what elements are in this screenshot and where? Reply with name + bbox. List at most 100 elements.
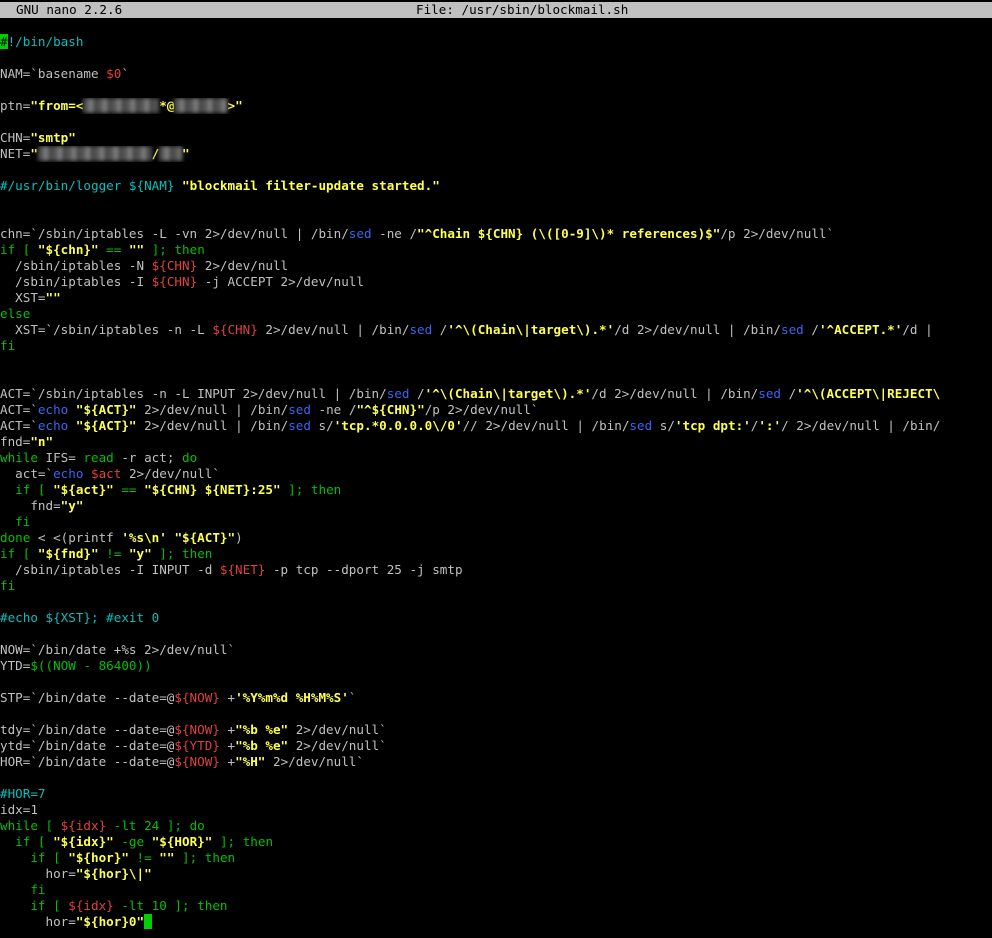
code-line[interactable]: fnd="y": [0, 498, 992, 514]
code-token: hor=: [0, 866, 76, 881]
code-line[interactable]: [0, 626, 992, 642]
code-line[interactable]: hor="${hor}\|": [0, 866, 992, 882]
code-line[interactable]: NET="xxxxxxxxxxxxxxx/xxx": [0, 146, 992, 162]
code-line[interactable]: chn=`/sbin/iptables -L -vn 2 >/dev/null |…: [0, 226, 992, 242]
code-token: '^\(Chain\|target\).*': [447, 322, 615, 337]
code-line[interactable]: [0, 370, 992, 386]
code-line[interactable]: [0, 210, 992, 226]
code-line[interactable]: XST=`/sbin/iptables -n -L ${CHN} 2>/dev/…: [0, 322, 992, 338]
code-token: '%Y%m%d %H%M%S': [235, 690, 349, 705]
code-token: 2>/dev/null: [197, 258, 289, 273]
code-line[interactable]: [0, 770, 992, 786]
code-line[interactable]: if [ ${idx} -lt 10 ]; then: [0, 898, 992, 914]
code-line[interactable]: #!/bin/bash: [0, 34, 992, 50]
code-line[interactable]: NAM=`basename $0`: [0, 66, 992, 82]
code-token: fnd=: [0, 498, 61, 513]
code-token: #echo ${XST}; #exit 0: [0, 610, 160, 625]
code-line[interactable]: ACT=`echo "${ACT}" 2>/dev/null | /bin/se…: [0, 402, 992, 418]
code-line[interactable]: CHN="smtp": [0, 130, 992, 146]
code-token: "${act}": [53, 482, 114, 497]
code-line[interactable]: fi: [0, 578, 992, 594]
code-token: while: [0, 450, 38, 465]
code-line[interactable]: ACT=`/sbin/iptables -n -L INPUT 2>/dev/n…: [0, 386, 992, 402]
editor-text-area[interactable]: #!/bin/bash NAM=`basename $0` ptn="from=<x…: [0, 34, 992, 930]
code-token: ${idx}: [68, 898, 114, 913]
code-token: "${chn}": [37, 242, 99, 257]
code-line[interactable]: [0, 354, 992, 370]
code-line[interactable]: fnd="n": [0, 434, 992, 450]
code-line[interactable]: HOR=`/bin/date --date=@${NOW} +"%H" 2>/d…: [0, 754, 992, 770]
code-token: XST=`/sbin/iptables -n -L: [0, 322, 213, 337]
code-token: /p 2>/dev/null`: [424, 402, 539, 417]
code-line[interactable]: while [ ${idx} -lt 24 ]; do: [0, 818, 992, 834]
code-line[interactable]: ACT=`echo "${ACT}" 2>/dev/null | /bin/se…: [0, 418, 992, 434]
code-token: sed: [348, 226, 372, 241]
code-line[interactable]: /sbin/iptables -I INPUT -d ${NET} -p tcp…: [0, 562, 992, 578]
code-line[interactable]: fi: [0, 338, 992, 354]
code-line[interactable]: if [ "${act}" == "${CHN} ${NET}:25" ]; t…: [0, 482, 992, 498]
code-token: read: [83, 450, 114, 465]
code-line[interactable]: /sbin/iptables -I ${CHN} -j ACCEPT 2>/de…: [0, 274, 992, 290]
code-line[interactable]: else: [0, 306, 992, 322]
code-line[interactable]: [0, 594, 992, 610]
code-line[interactable]: #echo ${XST}; #exit 0: [0, 610, 992, 626]
redacted-text: xxxxxxx: [174, 98, 228, 113]
code-line[interactable]: [0, 674, 992, 690]
code-token: fnd=: [0, 434, 31, 449]
code-token: if: [0, 242, 16, 257]
code-line[interactable]: [0, 114, 992, 130]
code-line[interactable]: fi: [0, 514, 992, 530]
code-line[interactable]: #HOR=7: [0, 786, 992, 802]
code-line[interactable]: while IFS= read -r act; do: [0, 450, 992, 466]
file-name-label: File: /usr/sbin/blockmail.sh: [416, 2, 629, 17]
code-line[interactable]: ytd=`/bin/date --date=@${YTD} +"%b %e" 2…: [0, 738, 992, 754]
code-line[interactable]: [0, 706, 992, 722]
code-token: do: [189, 818, 205, 833]
code-line[interactable]: NOW=`/bin/date +%s 2>/dev/null`: [0, 642, 992, 658]
code-line[interactable]: [0, 162, 992, 178]
code-token: $act: [91, 466, 122, 481]
code-line[interactable]: idx=1: [0, 802, 992, 818]
code-line[interactable]: [0, 194, 992, 210]
code-line[interactable]: ptn="from=<xxxxxxxxxx*@xxxxxxx>": [0, 98, 992, 114]
code-line[interactable]: act=`echo $act 2>/dev/null`: [0, 466, 992, 482]
code-line[interactable]: if [ "${idx}" -ge "${HOR}" ]; then: [0, 834, 992, 850]
code-token: fi: [0, 338, 16, 353]
code-token: sed: [629, 418, 653, 433]
code-token: [: [37, 818, 61, 833]
code-token: "y": [128, 546, 152, 561]
code-line[interactable]: hor="${hor}0": [0, 914, 992, 930]
code-token: -p tcp --dport 25 -j smtp: [265, 562, 463, 577]
code-token: ${YTD}: [174, 738, 220, 753]
code-line[interactable]: [0, 50, 992, 66]
code-token: fi: [0, 882, 46, 897]
code-line[interactable]: #/usr/bin/logger ${NAM} "blockmail filte…: [0, 178, 992, 194]
code-token: NAM=`basename: [0, 66, 107, 81]
code-line[interactable]: tdy=`/bin/date --date=@${NOW} +"%b %e" 2…: [0, 722, 992, 738]
code-line[interactable]: YTD=$((NOW - 86400)): [0, 658, 992, 674]
code-token: ];: [151, 546, 183, 561]
code-line[interactable]: done < <(printf '%s\n' "${ACT}"): [0, 530, 992, 546]
code-line[interactable]: [0, 82, 992, 98]
code-token: CHN=: [0, 130, 31, 145]
code-token: >/dev/null`: [750, 226, 835, 241]
code-token: "${CHN} ${NET}:25": [144, 482, 281, 497]
code-line[interactable]: /sbin/iptables -N ${CHN} 2>/dev/null: [0, 258, 992, 274]
code-token: chn=`/sbin/iptables -L -vn: [0, 226, 205, 241]
code-token: /d 2>/dev/null | /bin/: [591, 386, 759, 401]
text-cursor: [144, 914, 153, 929]
code-line[interactable]: if [ "${chn}" == "" ]; then: [0, 242, 992, 258]
code-token: < <(printf: [30, 530, 122, 545]
code-token: "n": [30, 434, 54, 449]
code-line[interactable]: if [ "${hor}" != "" ]; then: [0, 850, 992, 866]
code-token: "${HOR}": [151, 834, 213, 849]
code-token: done: [0, 530, 31, 545]
code-token: sed: [288, 418, 311, 433]
code-token: echo: [53, 466, 84, 481]
code-token: -ne /: [371, 226, 418, 241]
code-line[interactable]: fi: [0, 882, 992, 898]
code-line[interactable]: if [ "${fnd}" != "y" ]; then: [0, 546, 992, 562]
code-token: /sbin/iptables -N: [0, 258, 152, 273]
code-line[interactable]: STP=`/bin/date --date=@${NOW} +'%Y%m%d %…: [0, 690, 992, 706]
code-line[interactable]: XST="": [0, 290, 992, 306]
